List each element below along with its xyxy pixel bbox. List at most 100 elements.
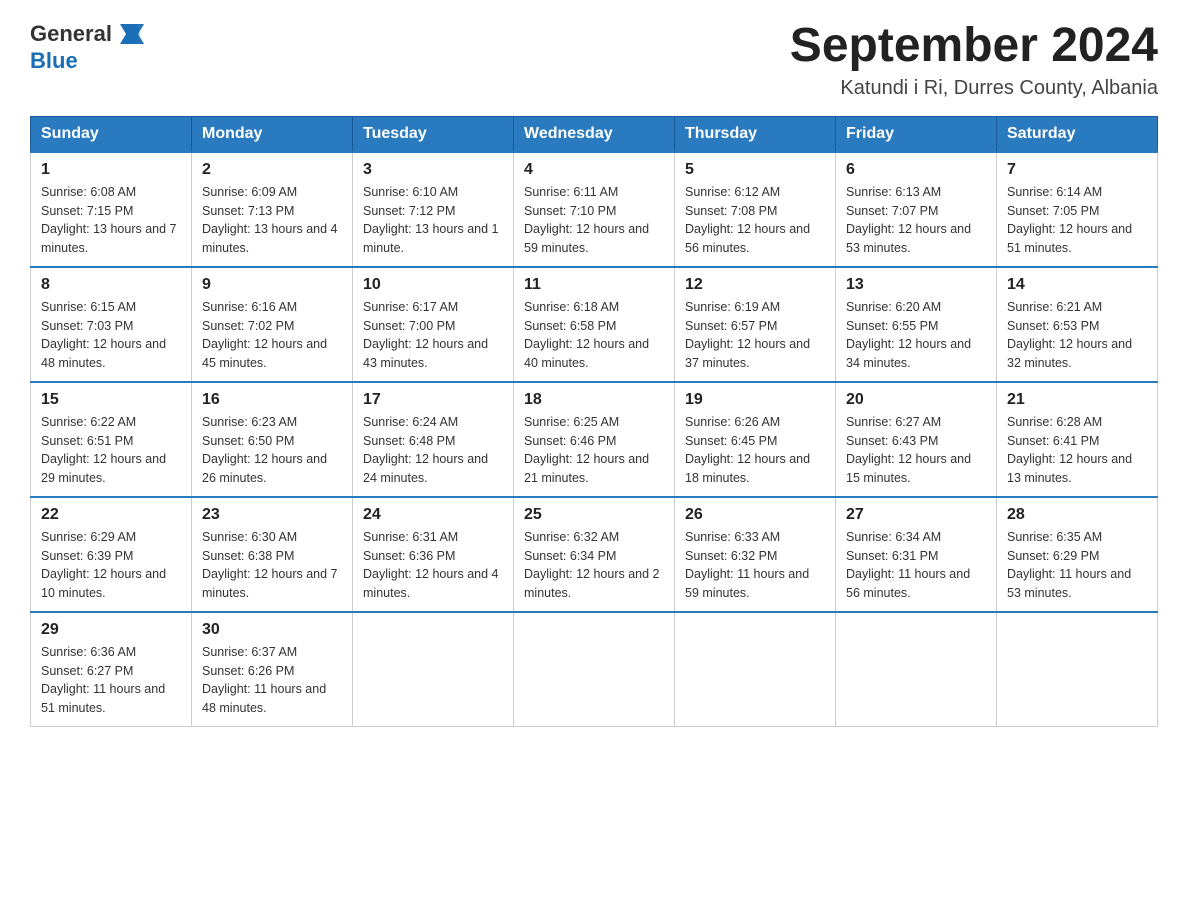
- calendar-cell: 24 Sunrise: 6:31 AMSunset: 6:36 PMDaylig…: [353, 497, 514, 612]
- logo-general: General: [30, 21, 112, 47]
- weekday-header-row: SundayMondayTuesdayWednesdayThursdayFrid…: [31, 116, 1158, 152]
- calendar-cell: 22 Sunrise: 6:29 AMSunset: 6:39 PMDaylig…: [31, 497, 192, 612]
- day-number: 8: [41, 276, 181, 294]
- day-info: Sunrise: 6:24 AMSunset: 6:48 PMDaylight:…: [363, 415, 488, 485]
- day-number: 12: [685, 276, 825, 294]
- day-info: Sunrise: 6:19 AMSunset: 6:57 PMDaylight:…: [685, 300, 810, 370]
- day-info: Sunrise: 6:12 AMSunset: 7:08 PMDaylight:…: [685, 185, 810, 255]
- day-number: 3: [363, 161, 503, 179]
- day-info: Sunrise: 6:37 AMSunset: 6:26 PMDaylight:…: [202, 645, 326, 715]
- day-number: 21: [1007, 391, 1147, 409]
- calendar-cell: 12 Sunrise: 6:19 AMSunset: 6:57 PMDaylig…: [675, 267, 836, 382]
- calendar-cell: 4 Sunrise: 6:11 AMSunset: 7:10 PMDayligh…: [514, 152, 675, 267]
- day-number: 23: [202, 506, 342, 524]
- day-info: Sunrise: 6:13 AMSunset: 7:07 PMDaylight:…: [846, 185, 971, 255]
- calendar-cell: 2 Sunrise: 6:09 AMSunset: 7:13 PMDayligh…: [192, 152, 353, 267]
- day-number: 1: [41, 161, 181, 179]
- day-info: Sunrise: 6:15 AMSunset: 7:03 PMDaylight:…: [41, 300, 166, 370]
- calendar-cell: 15 Sunrise: 6:22 AMSunset: 6:51 PMDaylig…: [31, 382, 192, 497]
- weekday-header-tuesday: Tuesday: [353, 116, 514, 152]
- calendar-cell: 25 Sunrise: 6:32 AMSunset: 6:34 PMDaylig…: [514, 497, 675, 612]
- day-info: Sunrise: 6:22 AMSunset: 6:51 PMDaylight:…: [41, 415, 166, 485]
- day-info: Sunrise: 6:26 AMSunset: 6:45 PMDaylight:…: [685, 415, 810, 485]
- day-info: Sunrise: 6:09 AMSunset: 7:13 PMDaylight:…: [202, 185, 338, 255]
- calendar-cell: 27 Sunrise: 6:34 AMSunset: 6:31 PMDaylig…: [836, 497, 997, 612]
- calendar-cell: [514, 612, 675, 727]
- calendar-week-row: 15 Sunrise: 6:22 AMSunset: 6:51 PMDaylig…: [31, 382, 1158, 497]
- day-info: Sunrise: 6:35 AMSunset: 6:29 PMDaylight:…: [1007, 530, 1131, 600]
- day-info: Sunrise: 6:17 AMSunset: 7:00 PMDaylight:…: [363, 300, 488, 370]
- day-info: Sunrise: 6:32 AMSunset: 6:34 PMDaylight:…: [524, 530, 660, 600]
- day-number: 2: [202, 161, 342, 179]
- day-info: Sunrise: 6:36 AMSunset: 6:27 PMDaylight:…: [41, 645, 165, 715]
- day-info: Sunrise: 6:18 AMSunset: 6:58 PMDaylight:…: [524, 300, 649, 370]
- day-info: Sunrise: 6:33 AMSunset: 6:32 PMDaylight:…: [685, 530, 809, 600]
- day-number: 6: [846, 161, 986, 179]
- calendar-cell: 30 Sunrise: 6:37 AMSunset: 6:26 PMDaylig…: [192, 612, 353, 727]
- logo-blue-label: Blue: [30, 48, 78, 73]
- title-area: September 2024 Katundi i Ri, Durres Coun…: [790, 20, 1158, 100]
- weekday-header-sunday: Sunday: [31, 116, 192, 152]
- day-number: 5: [685, 161, 825, 179]
- day-number: 28: [1007, 506, 1147, 524]
- day-info: Sunrise: 6:16 AMSunset: 7:02 PMDaylight:…: [202, 300, 327, 370]
- day-number: 9: [202, 276, 342, 294]
- day-number: 13: [846, 276, 986, 294]
- day-number: 27: [846, 506, 986, 524]
- day-number: 16: [202, 391, 342, 409]
- day-number: 15: [41, 391, 181, 409]
- day-info: Sunrise: 6:31 AMSunset: 6:36 PMDaylight:…: [363, 530, 499, 600]
- calendar-cell: [836, 612, 997, 727]
- page-header: General Blue September 2024 Katundi i Ri…: [30, 20, 1158, 100]
- day-info: Sunrise: 6:21 AMSunset: 6:53 PMDaylight:…: [1007, 300, 1132, 370]
- day-number: 10: [363, 276, 503, 294]
- weekday-header-saturday: Saturday: [997, 116, 1158, 152]
- calendar-cell: 14 Sunrise: 6:21 AMSunset: 6:53 PMDaylig…: [997, 267, 1158, 382]
- day-info: Sunrise: 6:34 AMSunset: 6:31 PMDaylight:…: [846, 530, 970, 600]
- day-info: Sunrise: 6:27 AMSunset: 6:43 PMDaylight:…: [846, 415, 971, 485]
- calendar-week-row: 8 Sunrise: 6:15 AMSunset: 7:03 PMDayligh…: [31, 267, 1158, 382]
- calendar-cell: 28 Sunrise: 6:35 AMSunset: 6:29 PMDaylig…: [997, 497, 1158, 612]
- calendar-cell: 26 Sunrise: 6:33 AMSunset: 6:32 PMDaylig…: [675, 497, 836, 612]
- calendar-cell: 6 Sunrise: 6:13 AMSunset: 7:07 PMDayligh…: [836, 152, 997, 267]
- weekday-header-friday: Friday: [836, 116, 997, 152]
- day-number: 18: [524, 391, 664, 409]
- calendar-cell: 18 Sunrise: 6:25 AMSunset: 6:46 PMDaylig…: [514, 382, 675, 497]
- calendar-cell: 16 Sunrise: 6:23 AMSunset: 6:50 PMDaylig…: [192, 382, 353, 497]
- calendar-cell: 1 Sunrise: 6:08 AMSunset: 7:15 PMDayligh…: [31, 152, 192, 267]
- day-info: Sunrise: 6:25 AMSunset: 6:46 PMDaylight:…: [524, 415, 649, 485]
- weekday-header-wednesday: Wednesday: [514, 116, 675, 152]
- calendar-week-row: 29 Sunrise: 6:36 AMSunset: 6:27 PMDaylig…: [31, 612, 1158, 727]
- day-number: 19: [685, 391, 825, 409]
- calendar-cell: 9 Sunrise: 6:16 AMSunset: 7:02 PMDayligh…: [192, 267, 353, 382]
- calendar-header: SundayMondayTuesdayWednesdayThursdayFrid…: [31, 116, 1158, 152]
- calendar-cell: 19 Sunrise: 6:26 AMSunset: 6:45 PMDaylig…: [675, 382, 836, 497]
- day-info: Sunrise: 6:14 AMSunset: 7:05 PMDaylight:…: [1007, 185, 1132, 255]
- calendar-cell: [353, 612, 514, 727]
- weekday-header-thursday: Thursday: [675, 116, 836, 152]
- day-number: 30: [202, 621, 342, 639]
- calendar-cell: 10 Sunrise: 6:17 AMSunset: 7:00 PMDaylig…: [353, 267, 514, 382]
- calendar-cell: 3 Sunrise: 6:10 AMSunset: 7:12 PMDayligh…: [353, 152, 514, 267]
- day-info: Sunrise: 6:11 AMSunset: 7:10 PMDaylight:…: [524, 185, 649, 255]
- logo-inner: General: [30, 20, 146, 48]
- month-title: September 2024: [790, 20, 1158, 73]
- calendar-week-row: 1 Sunrise: 6:08 AMSunset: 7:15 PMDayligh…: [31, 152, 1158, 267]
- calendar-cell: 20 Sunrise: 6:27 AMSunset: 6:43 PMDaylig…: [836, 382, 997, 497]
- calendar-cell: 5 Sunrise: 6:12 AMSunset: 7:08 PMDayligh…: [675, 152, 836, 267]
- calendar-cell: 7 Sunrise: 6:14 AMSunset: 7:05 PMDayligh…: [997, 152, 1158, 267]
- calendar-body: 1 Sunrise: 6:08 AMSunset: 7:15 PMDayligh…: [31, 152, 1158, 727]
- calendar-cell: 21 Sunrise: 6:28 AMSunset: 6:41 PMDaylig…: [997, 382, 1158, 497]
- day-number: 22: [41, 506, 181, 524]
- day-number: 4: [524, 161, 664, 179]
- logo: General Blue: [30, 20, 146, 74]
- day-number: 25: [524, 506, 664, 524]
- weekday-header-monday: Monday: [192, 116, 353, 152]
- day-number: 29: [41, 621, 181, 639]
- day-info: Sunrise: 6:23 AMSunset: 6:50 PMDaylight:…: [202, 415, 327, 485]
- day-info: Sunrise: 6:10 AMSunset: 7:12 PMDaylight:…: [363, 185, 499, 255]
- calendar-table: SundayMondayTuesdayWednesdayThursdayFrid…: [30, 116, 1158, 727]
- day-info: Sunrise: 6:20 AMSunset: 6:55 PMDaylight:…: [846, 300, 971, 370]
- calendar-cell: 11 Sunrise: 6:18 AMSunset: 6:58 PMDaylig…: [514, 267, 675, 382]
- day-info: Sunrise: 6:28 AMSunset: 6:41 PMDaylight:…: [1007, 415, 1132, 485]
